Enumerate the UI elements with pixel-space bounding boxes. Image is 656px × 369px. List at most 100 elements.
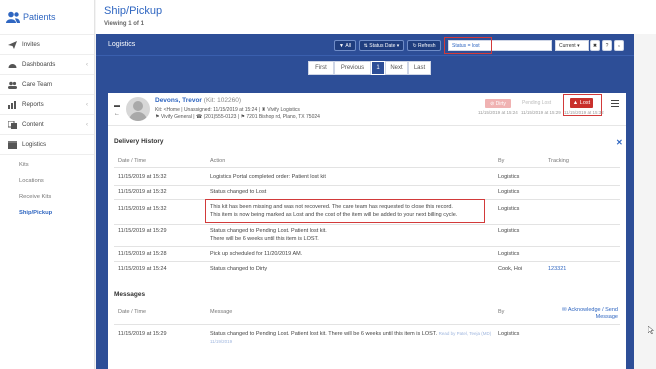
search-button[interactable] — [614, 40, 624, 51]
message-row-date: 11/15/2019 at 15:29 — [118, 331, 167, 337]
panel-title: Logistics — [108, 41, 136, 48]
delivery-history-title: Delivery History — [114, 138, 164, 145]
message-row-by: Logistics — [498, 331, 520, 337]
patient-header: ▬ ← Devons, Trevor (Kit: 102260) Kit: <H… — [108, 93, 626, 126]
refresh-button[interactable]: ↻ Refresh — [407, 40, 441, 51]
refresh-icon: ↻ — [412, 42, 417, 49]
table-row-action-line2: There will be 6 weeks until this item is… — [210, 236, 319, 242]
col-tracking: Tracking — [548, 158, 569, 164]
sidebar-item-invites[interactable]: Invites — [0, 34, 94, 54]
sidebar-item-dashboards[interactable]: Dashboards ‹ — [0, 54, 94, 74]
message-text: Status changed to Pending Lost. Patient … — [210, 331, 438, 337]
acknowledge-send-button[interactable]: ✉ Acknowledge / Send Message — [553, 307, 618, 321]
status-pending-lost: Pending Lost — [522, 100, 552, 106]
filter-all-button[interactable]: ▼ All — [334, 40, 356, 51]
read-by-date: 11/19/2019 — [210, 339, 233, 344]
chevron-left-icon: ‹ — [86, 101, 88, 108]
clear-search-button[interactable]: ✖ — [590, 40, 600, 51]
table-row-action: Status changed to Lost — [210, 189, 267, 195]
pager-next[interactable]: Next — [385, 61, 408, 75]
divider — [114, 246, 620, 247]
sidebar-subitem-ship-pickup[interactable]: Ship/Pickup — [0, 205, 94, 221]
tracking-link[interactable]: 123321 — [548, 265, 566, 273]
dashboard-icon — [8, 63, 17, 68]
sidebar-item-label: Care Team — [22, 81, 53, 88]
menu-icon[interactable] — [611, 100, 619, 107]
read-by-note: Read by Patel, Teeja (MD) — [438, 331, 492, 336]
msg-col-message: Message — [210, 309, 233, 315]
table-row-action: Logistics Portal completed order: Patien… — [210, 174, 326, 180]
table-row-date: 11/15/2019 at 15:32 — [118, 206, 167, 212]
col-action: Action — [210, 158, 226, 164]
patient-name[interactable]: Devons, Trevor — [155, 97, 202, 104]
divider — [114, 224, 620, 225]
divider — [114, 185, 620, 186]
sort-status-date-button[interactable]: ⇅ Status Date ▾ — [359, 40, 404, 51]
status-timestamp-pending: 11/15/2019 at 15:29 — [521, 110, 561, 115]
sidebar-item-logistics[interactable]: Logistics — [0, 134, 94, 154]
msg-col-by: By — [498, 309, 505, 315]
bar-chart-icon — [8, 100, 16, 109]
table-row-by: Cook, Hoi — [498, 266, 523, 272]
copy-icon — [8, 120, 17, 129]
status-badge-dirty: ⊘ Dirty — [485, 99, 511, 108]
caret-down-icon: ▾ — [396, 42, 400, 49]
sidebar: Patients Invites Dashboards ‹ Care Team … — [0, 0, 95, 369]
msg-col-date: Date / Time — [118, 309, 147, 315]
sidebar-item-reports[interactable]: Reports ‹ — [0, 94, 94, 114]
messages-title: Messages — [114, 291, 146, 298]
sidebar-subitem-locations[interactable]: Locations — [0, 173, 94, 189]
chevron-left-icon: ‹ — [86, 121, 88, 128]
select-value: Current — [559, 42, 576, 49]
button-label: Acknowledge / Send Message — [567, 307, 618, 320]
close-icon[interactable]: ✕ — [616, 138, 623, 147]
sidebar-item-care-team[interactable]: Care Team — [0, 74, 94, 94]
sidebar-item-label: Dashboards — [22, 61, 56, 68]
logistics-panel: Logistics ▼ All ⇅ Status Date ▾ ↻ Refres… — [96, 34, 634, 369]
kit-detail-card: ▬ ← Devons, Trevor (Kit: 102260) Kit: <H… — [108, 93, 626, 369]
arrow-left-icon[interactable]: ← — [114, 110, 120, 118]
page-title: Ship/Pickup — [104, 5, 163, 17]
brand[interactable]: Patients — [0, 0, 94, 34]
table-row-by: Logistics — [498, 251, 520, 257]
button-label: Refresh — [418, 42, 436, 49]
current-filter-select[interactable]: Current ▾ — [555, 40, 589, 51]
pagination: First Previous 1 Next Last — [308, 61, 431, 75]
sort-icon: ⇅ — [363, 42, 368, 49]
pager-current-page[interactable]: 1 — [371, 61, 385, 75]
divider — [114, 324, 620, 325]
patient-kit-info: Kit: <Home | Unassigned: 11/15/2019 at 1… — [155, 107, 300, 113]
collapse-icon[interactable]: ▬ — [114, 102, 120, 110]
help-button[interactable]: ? — [602, 40, 612, 51]
table-row-date: 11/15/2019 at 15:32 — [118, 189, 167, 195]
patient-name-line: Devons, Trevor (Kit: 102260) — [155, 97, 241, 104]
col-date: Date / Time — [118, 158, 147, 164]
pager-last[interactable]: Last — [408, 61, 431, 75]
sidebar-item-label: Logistics — [22, 141, 47, 148]
table-row-date: 11/15/2019 at 15:24 — [118, 266, 167, 272]
logistics-submenu: Kits Locations Receive Kits Ship/Pickup — [0, 154, 94, 221]
table-row-action: Status changed to Pending Lost. Patient … — [210, 228, 327, 234]
table-row-date: 11/15/2019 at 15:28 — [118, 251, 167, 257]
pager-first[interactable]: First — [308, 61, 334, 75]
status-timestamp-lost: 11/15/2019 at 15:32 — [564, 110, 604, 115]
cursor-icon — [648, 326, 654, 334]
pager-previous[interactable]: Previous — [334, 61, 371, 75]
kit-id: (Kit: 102260) — [203, 97, 241, 104]
status-timestamp-dirty: 11/15/2019 at 15:24 — [478, 110, 518, 115]
sidebar-subitem-kits[interactable]: Kits — [0, 157, 94, 173]
sidebar-item-content[interactable]: Content ‹ — [0, 114, 94, 134]
sidebar-subitem-receive-kits[interactable]: Receive Kits — [0, 189, 94, 205]
sidebar-item-label: Invites — [22, 41, 40, 48]
help-icon: ? — [605, 42, 609, 49]
table-row-date: 11/15/2019 at 15:32 — [118, 174, 167, 180]
users-icon — [8, 81, 17, 89]
avatar — [126, 97, 150, 121]
divider — [114, 261, 620, 262]
table-row-action: Pick up scheduled for 11/20/2019 AM. — [210, 251, 303, 257]
divider — [114, 167, 620, 168]
brand-label: Patients — [23, 12, 56, 22]
search-icon — [618, 44, 620, 47]
panel-toolbar: Logistics ▼ All ⇅ Status Date ▾ ↻ Refres… — [96, 34, 634, 56]
badge-label: Dirty — [495, 100, 506, 107]
